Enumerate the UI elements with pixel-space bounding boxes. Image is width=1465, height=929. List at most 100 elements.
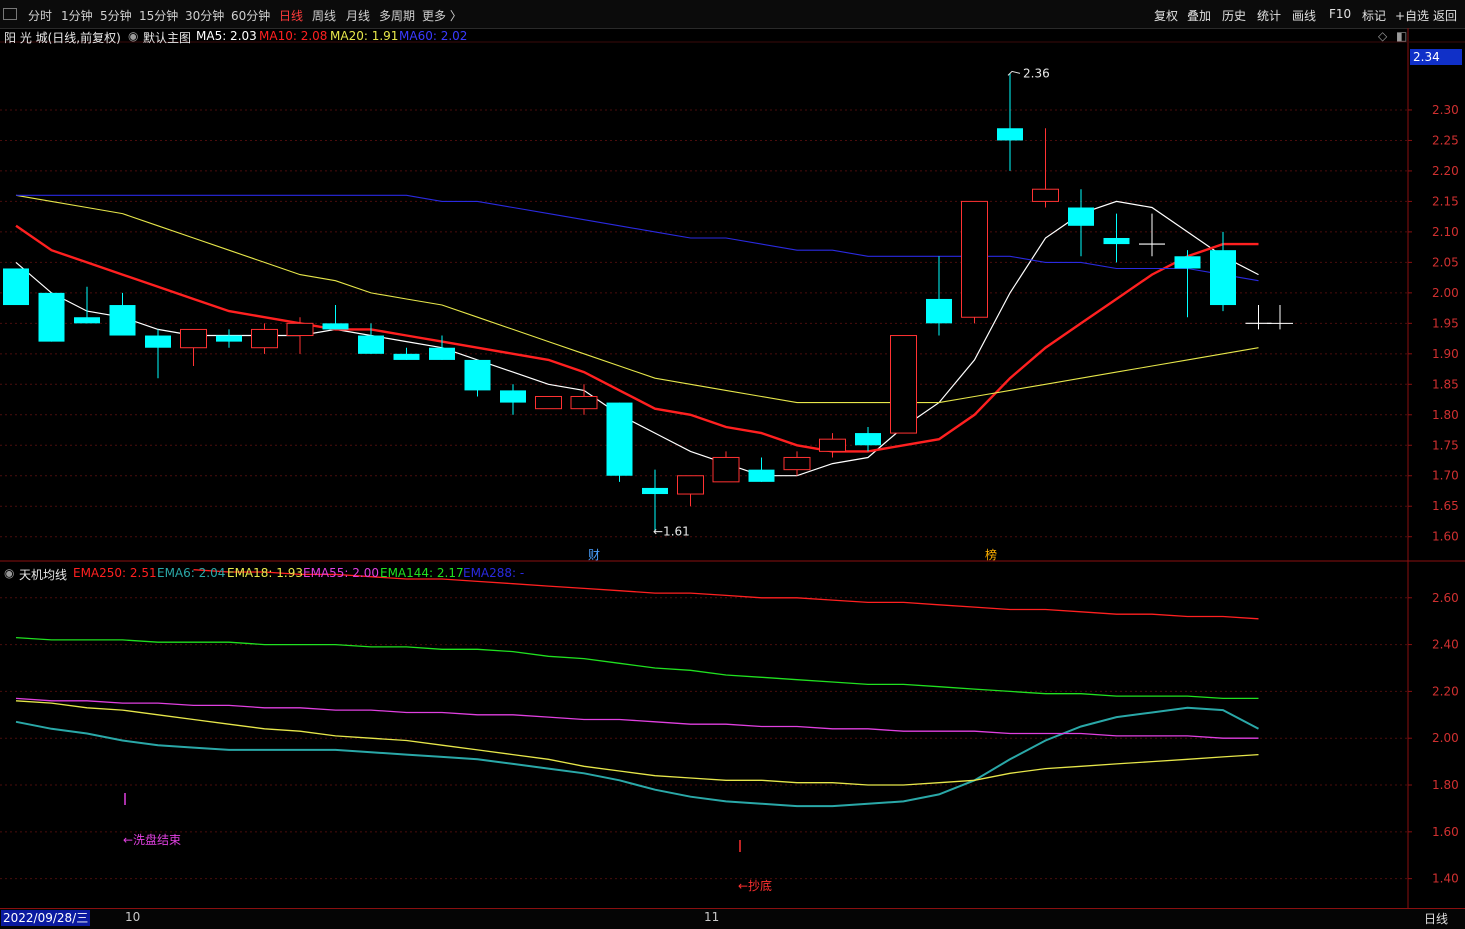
diamond-icon[interactable]: ◇: [1378, 29, 1387, 43]
main-y-tick-label: 2.00: [1432, 286, 1459, 300]
candle-body: [429, 347, 455, 360]
candle-body: [712, 456, 740, 483]
candle-body: [322, 323, 349, 330]
candle-body: [535, 395, 562, 410]
x-label-nov: 11: [704, 910, 720, 924]
candle-body: [926, 298, 952, 324]
candle-body: [1174, 256, 1201, 269]
event-mark-finance: 财: [588, 548, 600, 562]
candle-body: [145, 335, 171, 348]
indicator-toggle-icon[interactable]: ◉: [128, 29, 138, 43]
period-tab-2[interactable]: 5分钟: [100, 7, 132, 24]
candle-body: [38, 292, 65, 342]
tool-button-4[interactable]: 画线: [1292, 7, 1316, 24]
tool-button-2[interactable]: 历史: [1222, 7, 1246, 24]
period-tab-6[interactable]: 日线: [279, 7, 303, 24]
candle-body: [748, 469, 775, 482]
main-y-tick-label: 1.65: [1432, 499, 1459, 513]
candle-body: [109, 305, 136, 336]
candle-body: [997, 128, 1023, 141]
tool-button-5[interactable]: F10: [1329, 7, 1351, 21]
time-axis-bar: [0, 908, 1465, 929]
candle-body: [570, 395, 598, 410]
main-y-tick-label: 1.85: [1432, 377, 1459, 391]
period-tab-8[interactable]: 月线: [346, 7, 370, 24]
candle-body: [286, 322, 314, 337]
main-indicator-name[interactable]: 默认主图: [143, 29, 191, 46]
main-y-tick-label: 2.05: [1432, 255, 1459, 269]
candle-body: [890, 335, 917, 434]
ema250-readout: EMA250: 2.51: [73, 566, 157, 580]
event-mark-list: 榜: [985, 547, 997, 562]
main-y-tick-label: 1.60: [1432, 530, 1459, 544]
candle-body: [783, 456, 811, 471]
candle-body: [464, 359, 491, 391]
ema6-readout: EMA6: 2.04: [157, 566, 226, 580]
tool-button-7[interactable]: +自选: [1395, 7, 1429, 24]
candle-body: [216, 335, 242, 342]
candle-body: [500, 390, 526, 403]
tool-button-0[interactable]: 复权: [1154, 7, 1178, 24]
period-switch-button[interactable]: 日线: [1424, 910, 1448, 927]
ma20-readout: MA20: 1.91: [330, 29, 399, 43]
period-tab-0[interactable]: 分时: [28, 7, 52, 24]
candle-body: [1210, 250, 1236, 306]
ema-line-ema55: [15, 697, 1259, 739]
ema-line-ema144: [15, 636, 1259, 700]
sub-y-tick-label: 2.00: [1432, 731, 1459, 745]
sub-y-tick-label: 1.80: [1432, 778, 1459, 792]
candle-body: [358, 335, 384, 354]
candle-body: [1103, 237, 1130, 245]
main-y-tick-label: 1.80: [1432, 408, 1459, 422]
candle-body: [1068, 207, 1094, 226]
main-y-tick-label: 2.30: [1432, 103, 1459, 117]
period-tab-9[interactable]: 多周期: [379, 7, 415, 24]
main-y-tick-label: 1.75: [1432, 438, 1459, 452]
period-tab-4[interactable]: 30分钟: [185, 7, 224, 24]
bottom-fish-annotation: ←抄底: [738, 878, 772, 893]
candle-body: [855, 433, 881, 446]
ema-line-ema6: [15, 706, 1259, 808]
candle-body: [393, 353, 420, 360]
tool-button-3[interactable]: 统计: [1257, 7, 1281, 24]
sub-y-tick-label: 2.20: [1432, 684, 1459, 698]
panel-toggle-icon[interactable]: ◧: [1396, 29, 1407, 43]
candle-body: [677, 475, 704, 495]
sub-indicator-toggle-icon[interactable]: ◉: [4, 566, 14, 580]
sub-y-tick-label: 1.40: [1432, 872, 1459, 886]
stock-title: 阳 光 城(日线,前复权): [4, 31, 121, 45]
ema18-readout: EMA18: 1.93: [227, 566, 303, 580]
candle-body: [180, 328, 207, 349]
period-tab-1[interactable]: 1分钟: [61, 7, 93, 24]
ma-line-ma20: [15, 194, 1259, 404]
candle-body: [1032, 188, 1059, 202]
x-label-oct: 10: [125, 910, 141, 924]
tool-button-8[interactable]: 返回: [1433, 7, 1457, 24]
period-tab-10[interactable]: 更多 〉: [422, 7, 462, 24]
candle-body: [642, 487, 668, 495]
period-tab-3[interactable]: 15分钟: [139, 7, 178, 24]
ema55-readout: EMA55: 2.00: [303, 566, 379, 580]
sub-y-tick-label: 1.60: [1432, 825, 1459, 839]
period-tab-7[interactable]: 周线: [312, 7, 336, 24]
sub-indicator-name[interactable]: 天机均线: [19, 566, 67, 583]
main-y-tick-label: 1.70: [1432, 469, 1459, 483]
period-tab-5[interactable]: 60分钟: [231, 7, 270, 24]
window-icon[interactable]: [3, 8, 17, 20]
sub-y-tick-label: 2.60: [1432, 591, 1459, 605]
ema-line-ema18: [15, 700, 1259, 786]
low-price-label: ←1.61: [653, 525, 690, 539]
ma60-readout: MA60: 2.02: [399, 29, 468, 43]
tool-button-1[interactable]: 叠加: [1187, 7, 1211, 24]
main-y-tick-label: 2.25: [1432, 133, 1459, 147]
ma5-readout: MA5: 2.03: [196, 29, 257, 43]
wash-end-annotation: ←洗盘结束: [123, 832, 181, 847]
main-y-tick-label: 2.15: [1432, 194, 1459, 208]
main-y-tick-label: 1.95: [1432, 316, 1459, 330]
candle-body: [819, 438, 846, 452]
candle-body: [251, 328, 278, 349]
tool-button-6[interactable]: 标记: [1362, 7, 1386, 24]
chart-canvas: 2.30 2.25 2.20 2.15 2.10 2.05 2.00 1.95 1.90 1.85…: [0, 28, 1465, 908]
candle-body: [3, 268, 29, 306]
cursor-date: 2022/09/28/三: [1, 910, 91, 926]
